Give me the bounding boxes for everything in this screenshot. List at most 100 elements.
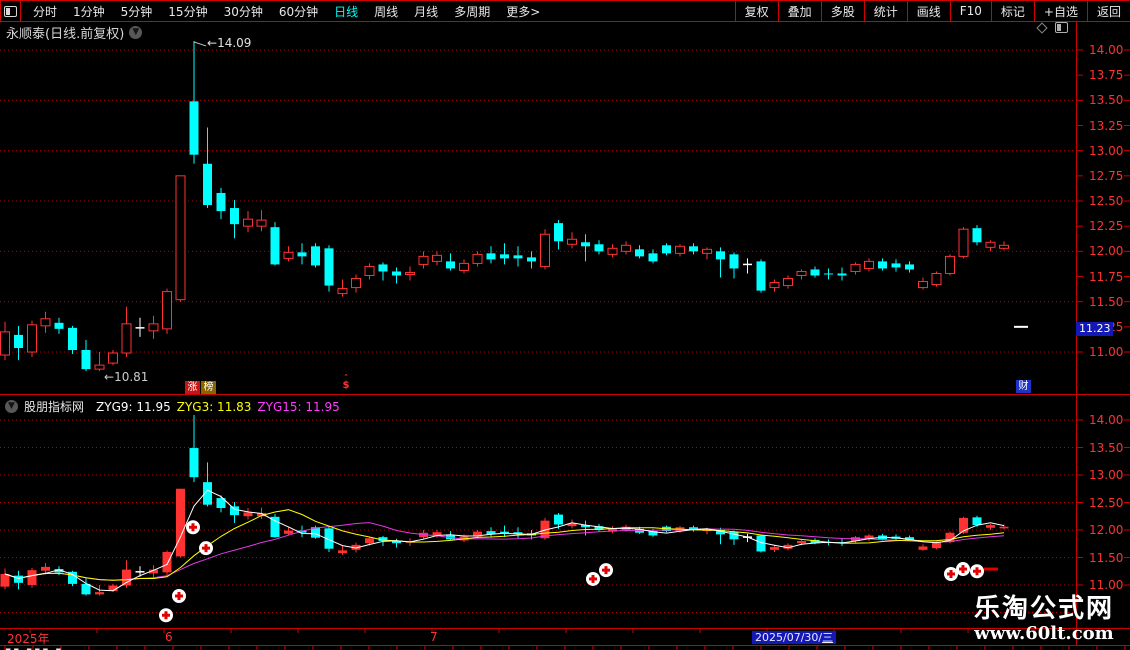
indicator-value: ZYG3: 11.83	[176, 399, 252, 414]
candle	[135, 317, 145, 337]
candle	[14, 325, 23, 361]
app-window: 分时 1分钟 5分钟 15分钟 30分钟 60分钟 日线 周线 月线 多周期 更多> 复权 叠加 多股统…	[0, 0, 1130, 650]
candle	[864, 533, 874, 541]
period-item-更多>[interactable]: 更多>	[498, 3, 548, 20]
tool-item-多股[interactable]: 多股	[820, 1, 864, 21]
bang-news-badge[interactable]: 榜	[201, 381, 216, 394]
candle	[729, 530, 739, 545]
period-item-周线[interactable]: 周线	[366, 3, 406, 20]
window-split-icon[interactable]	[1055, 22, 1068, 33]
candle	[40, 311, 51, 333]
candle	[743, 258, 752, 274]
tool-item-叠加[interactable]: 叠加	[777, 1, 821, 21]
chart-title: 永顺泰(日线.前复权) ▼	[6, 23, 143, 42]
candle	[338, 545, 347, 555]
candle	[94, 352, 105, 372]
period-item-15分钟[interactable]: 15分钟	[160, 3, 215, 20]
candle	[108, 583, 118, 593]
candle	[392, 267, 401, 284]
period-item-分时[interactable]: 分时	[25, 3, 65, 20]
period-item-月线[interactable]: 月线	[406, 3, 446, 20]
dollar-marker[interactable]: ＾ $	[342, 376, 350, 391]
ma-line	[4, 509, 1005, 581]
candle	[297, 243, 307, 265]
candle	[729, 252, 739, 279]
candle	[662, 243, 671, 256]
tool-item-+自选[interactable]: +自选	[1033, 1, 1087, 21]
tool-item-标记[interactable]: 标记	[990, 1, 1034, 21]
candle	[0, 321, 10, 361]
period-item-1分钟[interactable]: 1分钟	[65, 3, 113, 20]
zhang-news-badge[interactable]: 涨	[185, 381, 200, 394]
candle	[311, 243, 320, 268]
signal-marker	[172, 589, 186, 603]
candle	[108, 349, 118, 366]
candle	[837, 267, 847, 281]
candle	[446, 531, 455, 541]
period-item-日线[interactable]: 日线	[326, 3, 366, 20]
candle	[891, 534, 901, 541]
candle	[364, 263, 375, 280]
indicator-value: ZYG15: 11.95	[257, 399, 340, 414]
candle	[270, 514, 280, 538]
candle	[918, 544, 928, 551]
candle	[810, 538, 820, 545]
candle	[648, 528, 658, 537]
candle	[0, 568, 10, 590]
price-label: 13.00	[1089, 468, 1124, 482]
signal-marker	[199, 541, 213, 556]
candle	[270, 222, 280, 266]
chevron-down-icon[interactable]: ▼	[129, 26, 143, 39]
candle	[959, 516, 968, 534]
period-item-5分钟[interactable]: 5分钟	[113, 3, 161, 20]
candle	[918, 277, 928, 290]
ma-line	[4, 522, 1005, 581]
chevron-down-icon[interactable]: ▼	[5, 400, 18, 413]
candle	[635, 526, 644, 534]
candle	[216, 187, 226, 220]
tool-item-复权[interactable]: 复权	[734, 1, 778, 21]
top-menu-bar: 分时 1分钟 5分钟 15分钟 30分钟 60分钟 日线 周线 月线 多周期 更多> 复权 叠加 多股统…	[0, 0, 1130, 22]
cai-news-badge[interactable]: 财	[1016, 380, 1031, 393]
candle	[567, 519, 577, 529]
candle	[554, 220, 563, 250]
candle	[608, 526, 617, 534]
candle	[513, 527, 523, 539]
diamond-icon[interactable]	[1036, 21, 1048, 34]
candle	[203, 462, 212, 507]
window-layout-button[interactable]	[0, 1, 21, 21]
candle	[243, 211, 253, 233]
candle	[850, 262, 861, 275]
period-item-多周期[interactable]: 多周期	[446, 3, 498, 20]
candle	[189, 415, 199, 483]
candle	[378, 536, 388, 546]
tool-item-F10[interactable]: F10	[949, 1, 991, 21]
candle	[689, 525, 698, 532]
indicator-value: ZYG9: 11.95	[96, 399, 171, 414]
candle	[756, 259, 766, 293]
clipped-status-text: ▪▪ ▪▪▪ ▪	[5, 646, 75, 650]
price-label: 13.50	[1089, 93, 1124, 108]
price-label: 11.50	[1089, 550, 1124, 565]
candle	[783, 275, 793, 289]
tool-item-画线[interactable]: 画线	[906, 1, 950, 21]
candle	[324, 245, 334, 292]
candle	[783, 543, 793, 551]
price-label: 12.50	[1089, 495, 1124, 510]
candle	[891, 259, 901, 272]
period-item-30分钟[interactable]: 30分钟	[216, 3, 271, 20]
indicator-header: ▼ 股朋指标网 ZYG9: 11.95 ZYG3: 11.83 ZYG15: 11.…	[5, 398, 340, 415]
price-label: 12.50	[1089, 194, 1124, 208]
candle	[122, 560, 131, 588]
period-menu: 分时 1分钟 5分钟 15分钟 30分钟 60分钟 日线 周线 月线 多周期 更多>	[21, 3, 548, 20]
candle	[972, 515, 982, 527]
period-item-60分钟[interactable]: 60分钟	[271, 3, 326, 20]
tool-item-统计[interactable]: 统计	[863, 1, 907, 21]
price-label: 14.00	[1089, 413, 1124, 427]
tool-item-返回[interactable]: 返回	[1086, 1, 1130, 21]
price-label: 12.25	[1089, 219, 1124, 234]
candle	[162, 550, 172, 576]
candle	[770, 545, 779, 552]
candle	[824, 268, 833, 280]
price-label: 13.00	[1089, 143, 1124, 158]
